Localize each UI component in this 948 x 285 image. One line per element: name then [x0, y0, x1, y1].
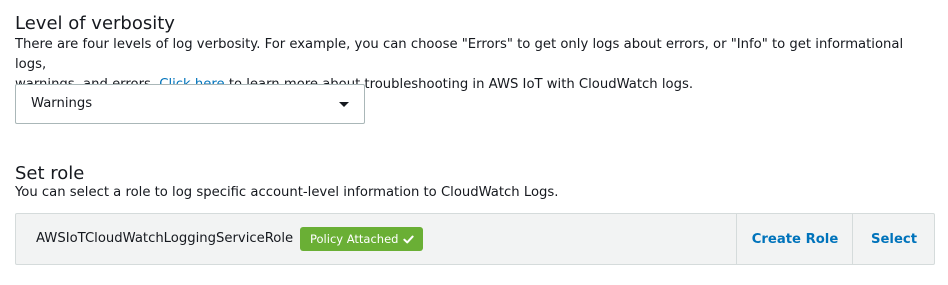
create-role-button[interactable]: Create Role: [736, 214, 853, 264]
verbosity-select-value: Warnings: [31, 96, 93, 111]
verbosity-select[interactable]: Warnings: [15, 84, 365, 124]
verbosity-description-line1: There are four levels of log verbosity. …: [15, 37, 904, 72]
check-icon: [403, 235, 415, 243]
badge-label: Policy Attached: [310, 232, 399, 246]
role-description: You can select a role to log specific ac…: [15, 185, 559, 200]
role-panel: AWSIoTCloudWatchLoggingServiceRole Polic…: [15, 213, 935, 265]
role-name: AWSIoTCloudWatchLoggingServiceRole: [36, 231, 294, 246]
role-title: Set role: [15, 163, 85, 184]
select-role-button[interactable]: Select: [852, 214, 935, 264]
logs-settings-page: Level of verbosity There are four levels…: [0, 0, 948, 285]
caret-down-icon: [339, 102, 349, 107]
verbosity-title: Level of verbosity: [15, 13, 175, 34]
policy-attached-badge: Policy Attached: [300, 227, 424, 251]
